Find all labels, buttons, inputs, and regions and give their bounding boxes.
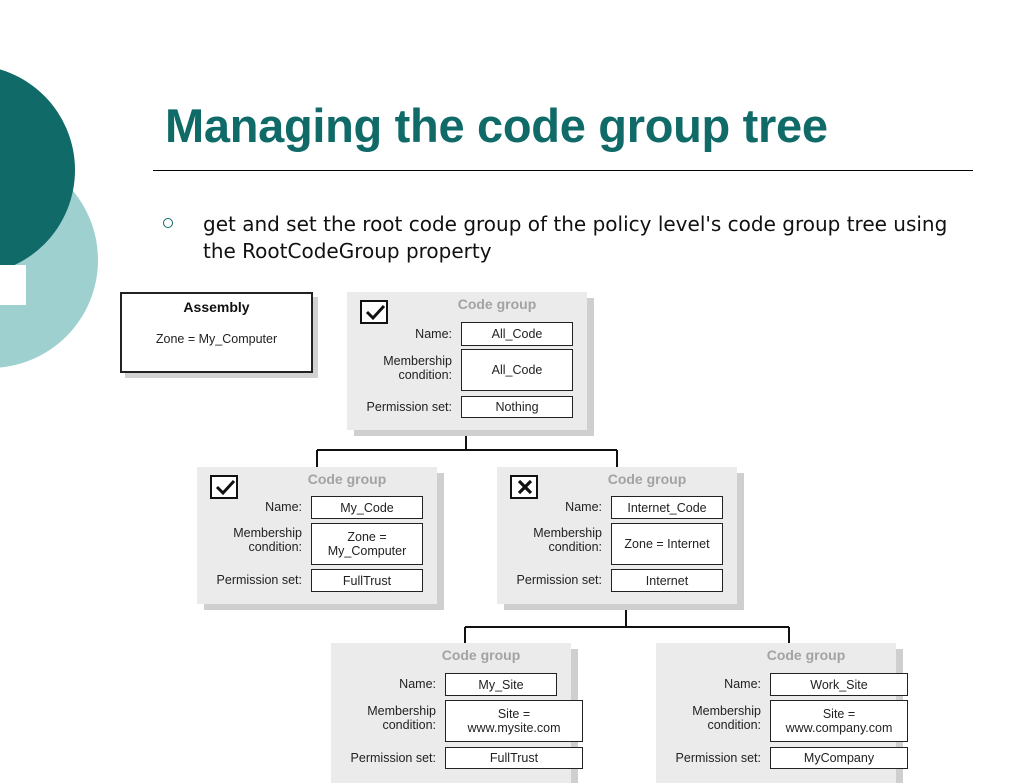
name-value: My_Code: [311, 496, 423, 519]
permission-label: Permission set:: [366, 400, 452, 414]
permission-value: FullTrust: [445, 747, 583, 769]
condition-value: Zone = My_Computer: [311, 523, 423, 565]
membership-label-line2: condition:: [707, 718, 761, 732]
permission-label: Permission set:: [675, 751, 761, 765]
permission-value: MyCompany: [770, 747, 908, 769]
assembly-title: Assembly: [183, 299, 250, 315]
assembly-zone: Zone = My_Computer: [155, 332, 278, 346]
membership-label-line1: Membership: [533, 526, 602, 540]
code-group-header: Code group: [307, 471, 387, 487]
membership-label: Membership condition:: [533, 526, 602, 554]
membership-label-line2: condition:: [382, 718, 436, 732]
name-label: Name:: [399, 677, 436, 691]
name-value: Work_Site: [770, 673, 908, 696]
name-value: My_Site: [445, 673, 557, 696]
membership-label-line1: Membership: [383, 354, 452, 368]
name-label: Name:: [265, 500, 302, 514]
membership-label: Membership condition:: [692, 704, 761, 732]
membership-label: Membership condition:: [367, 704, 436, 732]
code-group-my-code: Code group Name: My_Code Membership cond…: [197, 467, 437, 604]
membership-label: Membership condition:: [383, 354, 452, 382]
code-group-work-site: Code group Name: Work_Site Membership co…: [656, 643, 908, 783]
membership-label-line1: Membership: [367, 704, 436, 718]
code-group-header: Code group: [441, 647, 521, 663]
condition-value: Site = www.company.com: [770, 700, 908, 742]
membership-label-line2: condition:: [548, 540, 602, 554]
name-label: Name:: [415, 327, 452, 341]
permission-label: Permission set:: [350, 751, 436, 765]
condition-value: Site = www.mysite.com: [445, 700, 583, 742]
membership-label-line2: condition:: [248, 540, 302, 554]
permission-label: Permission set:: [516, 573, 602, 587]
membership-label: Membership condition:: [233, 526, 302, 554]
code-group-all-code: Code group Name: All_Code Membership con…: [347, 292, 587, 430]
assembly-box: Assembly Zone = My_Computer: [120, 292, 313, 373]
membership-label-line1: Membership: [692, 704, 761, 718]
name-label: Name:: [724, 677, 761, 691]
code-group-my-site: Code group Name: My_Site Membership cond…: [331, 643, 583, 783]
code-group-internet-code: Code group Name: Internet_Code Membershi…: [497, 467, 737, 604]
code-group-header: Code group: [457, 296, 537, 312]
permission-label: Permission set:: [216, 573, 302, 587]
name-value: All_Code: [461, 322, 573, 346]
condition-value: Zone = Internet: [611, 523, 723, 565]
code-group-header: Code group: [607, 471, 687, 487]
permission-value: FullTrust: [311, 569, 423, 592]
membership-label-line2: condition:: [398, 368, 452, 382]
membership-label-line1: Membership: [233, 526, 302, 540]
permission-value: Nothing: [461, 396, 573, 418]
permission-value: Internet: [611, 569, 723, 592]
name-value: Internet_Code: [611, 496, 723, 519]
condition-value: All_Code: [461, 349, 573, 391]
code-group-header: Code group: [766, 647, 846, 663]
name-label: Name:: [565, 500, 602, 514]
